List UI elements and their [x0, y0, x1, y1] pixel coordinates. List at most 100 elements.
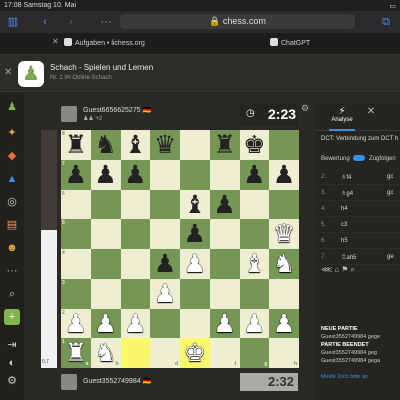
share-icon[interactable]: ⋘	[321, 265, 334, 274]
black-queen-d8[interactable]: ♛	[150, 130, 180, 160]
square-a3[interactable]	[61, 278, 91, 309]
white-move[interactable]: h5	[341, 238, 348, 244]
white-knight-b1[interactable]: ♞	[91, 338, 121, 368]
square-e7[interactable]	[180, 159, 210, 190]
close-banner-icon[interactable]: ✕	[4, 67, 12, 78]
black-pawn-d4[interactable]: ♟	[150, 249, 180, 279]
add-friend-icon[interactable]: +	[4, 309, 20, 325]
search-icon[interactable]: ⌕	[4, 286, 20, 302]
login-link[interactable]: Melde Dich bitte an	[321, 373, 380, 381]
back-icon[interactable]: ‹	[40, 14, 50, 30]
settings-icon[interactable]: ⚙	[4, 373, 20, 389]
avatar[interactable]	[61, 106, 77, 122]
black-pawn-g7[interactable]: ♟	[240, 160, 270, 190]
tab-lichess[interactable]: Aufgaben • lichess.org	[64, 37, 145, 51]
black-pawn-b7[interactable]: ♟	[91, 160, 121, 190]
black-pawn-f6[interactable]: ♟	[210, 190, 240, 220]
white-rook-a1[interactable]: ♜	[61, 338, 91, 368]
move-row[interactable]: 7. ♖ah5 ge	[315, 249, 400, 265]
chess-board[interactable]: 8 7 6 5 4 3 2 1 a b c d e f g h ♜ ♞ ♝ ♛ ♜ ♚ ♟ ♟ ♟ ♟ ♟ ♝ ♟ ♟ ♛ ♟ ♟ ♝ ♞ ♟ ♟ ♟ ♟ ♟…	[61, 130, 299, 368]
square-f3[interactable]	[209, 278, 240, 309]
theme-icon[interactable]: ◐	[4, 355, 20, 371]
learn-icon[interactable]: ▲	[4, 171, 20, 187]
close-panel-icon[interactable]: ✕	[365, 106, 377, 117]
black-king-g8[interactable]: ♚	[240, 130, 270, 160]
square-e8[interactable]	[180, 130, 210, 160]
square-f7[interactable]	[209, 159, 240, 190]
square-h8[interactable]	[269, 130, 299, 160]
white-move[interactable]: c3	[341, 222, 347, 228]
square-e3[interactable]	[180, 278, 210, 309]
square-g3[interactable]	[239, 278, 270, 309]
white-pawn-e4[interactable]: ♟	[180, 249, 210, 279]
square-c4[interactable]	[120, 249, 151, 279]
white-queen-h5[interactable]: ♛	[269, 219, 299, 249]
move-row[interactable]: 4. h4	[315, 201, 400, 217]
square-c5[interactable]	[120, 219, 151, 249]
black-rook-a8[interactable]: ♜	[61, 130, 91, 160]
puzzle-icon[interactable]: ✦	[4, 125, 20, 141]
black-pawn-a7[interactable]: ♟	[61, 160, 91, 190]
square-h3[interactable]	[269, 278, 299, 309]
black-bishop-e6[interactable]: ♝	[180, 190, 210, 220]
community-icon[interactable]: ☻	[4, 240, 20, 256]
white-pawn-a2[interactable]: ♟	[61, 309, 91, 339]
pawn-logo-icon[interactable]: ♟	[4, 99, 20, 115]
more-dots-icon[interactable]: ···	[100, 14, 112, 30]
move-row[interactable]: 2. ♗f4 gc	[315, 169, 400, 185]
square-b3[interactable]	[90, 278, 121, 309]
move-row[interactable]: 6. h5	[315, 233, 400, 249]
eval-toggle[interactable]	[353, 155, 366, 161]
watch-icon[interactable]: ◎	[4, 194, 20, 210]
url-bar[interactable]: 🔒 chess.com	[120, 14, 355, 29]
move-row[interactable]: 3. ♗g4 gc	[315, 185, 400, 201]
tab-chatgpt[interactable]: ChatGPT	[270, 37, 310, 51]
square-b6[interactable]	[90, 189, 121, 220]
black-move[interactable]: gc	[387, 190, 393, 196]
white-pawn-c2[interactable]: ♟	[121, 309, 151, 339]
square-f4[interactable]	[209, 249, 240, 279]
square-c6[interactable]	[120, 189, 151, 220]
top-player-name[interactable]: Guest6656625275 🇩🇪	[83, 106, 151, 114]
black-pawn-e5[interactable]: ♟	[180, 219, 210, 249]
chesscom-app-icon[interactable]: ♟	[18, 61, 44, 87]
white-move[interactable]: ♖ah5	[341, 254, 356, 261]
white-pawn-d3[interactable]: ♟	[150, 279, 180, 309]
black-bishop-c8[interactable]: ♝	[121, 130, 151, 160]
white-move[interactable]: ♗g4	[341, 190, 353, 197]
white-bishop-g4[interactable]: ♝	[240, 249, 270, 279]
news-icon[interactable]: ▤	[4, 217, 20, 233]
square-f5[interactable]	[209, 219, 240, 249]
white-move[interactable]: h4	[341, 206, 348, 212]
white-pawn-f2[interactable]: ♟	[210, 309, 240, 339]
square-b4[interactable]	[90, 249, 121, 279]
avatar[interactable]	[61, 374, 77, 390]
square-d2[interactable]	[150, 308, 180, 339]
white-move[interactable]: ♗f4	[341, 174, 351, 181]
square-a5[interactable]	[61, 219, 91, 249]
tab-analysis[interactable]: ⚡ Analyse	[329, 106, 355, 123]
square-c3[interactable]	[120, 278, 151, 309]
square-e2[interactable]	[180, 308, 210, 339]
black-rook-f8[interactable]: ♜	[210, 130, 240, 160]
white-pawn-b2[interactable]: ♟	[91, 309, 121, 339]
white-king-e1[interactable]: ♚	[180, 338, 210, 368]
white-knight-h4[interactable]: ♞	[269, 249, 299, 279]
zoom-icon[interactable]: ⌕	[350, 265, 356, 274]
black-move[interactable]: gc	[387, 174, 393, 180]
black-pawn-h7[interactable]: ♟	[269, 160, 299, 190]
square-d6[interactable]	[150, 189, 180, 220]
sidebar-icon[interactable]: ▥	[6, 14, 20, 30]
square-g5[interactable]	[239, 219, 270, 249]
close-tab-icon[interactable]: ✕	[52, 37, 59, 46]
black-knight-b8[interactable]: ♞	[91, 130, 121, 160]
white-pawn-g2[interactable]: ♟	[240, 309, 270, 339]
square-g6[interactable]	[239, 189, 270, 220]
square-d5[interactable]	[150, 219, 180, 249]
more-icon[interactable]: ···	[4, 263, 20, 279]
forward-icon[interactable]: ›	[66, 14, 76, 30]
login-icon[interactable]: ⇥	[4, 337, 20, 353]
square-a6[interactable]	[61, 189, 91, 220]
white-pawn-h2[interactable]: ♟	[269, 309, 299, 339]
board-settings-icon[interactable]: ⚙	[301, 103, 309, 114]
